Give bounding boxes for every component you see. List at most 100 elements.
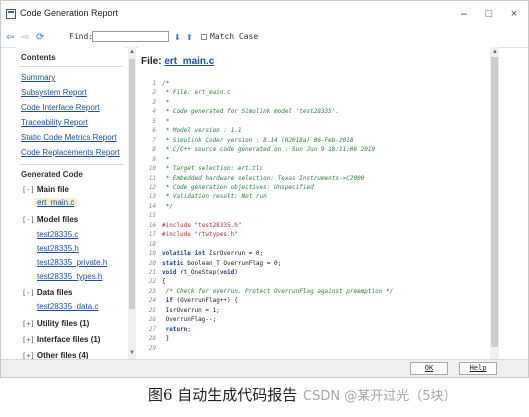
maximize-button[interactable]: □ <box>482 7 496 21</box>
data-files-label: Data files <box>36 288 73 297</box>
ok-button[interactable]: OK <box>410 362 448 375</box>
code-line: 8 * C/C++ source code generated on : Sun… <box>142 145 375 154</box>
code-token: #include "rtwtypes.h" <box>162 231 238 239</box>
scroll-up-arrow-icon[interactable]: ▲ <box>129 49 135 55</box>
code-line: 21 void rt_OneStep(void) <box>142 268 238 277</box>
minimize-button[interactable]: – <box>457 7 471 21</box>
code-line: 11 * Embedded hardware selection: Texas … <box>142 174 365 183</box>
generated-code-divider <box>19 164 123 165</box>
line-number: 23 <box>148 287 156 295</box>
code-line: 16 #include "test28335.h" <box>142 221 242 230</box>
report-window: Code Generation Report – □ × ⇦ ⇨ ⟳ Find:… <box>0 0 529 378</box>
code-token: return <box>165 325 188 333</box>
line-number: 26 <box>148 316 156 324</box>
traceability-report-link[interactable]: Traceability Report <box>21 118 88 127</box>
line-number: 8 <box>152 146 156 154</box>
expand-toggle[interactable]: [+] <box>22 320 35 328</box>
code-token: IsrOverrun = 0; <box>205 250 264 258</box>
code-token: * Target selection: ert.tlc <box>162 165 264 173</box>
line-number: 2 <box>152 89 156 97</box>
navigation-scroll-thumb[interactable] <box>129 59 135 309</box>
figure-caption: 图6 自动生成代码报告 <box>148 386 298 404</box>
help-button-label: Help <box>469 364 487 372</box>
navigation-scrollbar[interactable]: ▲ ▼ <box>128 47 136 359</box>
line-number: 25 <box>148 306 156 314</box>
file-link-test28335-c[interactable]: test28335.c <box>37 230 78 239</box>
expand-toggle[interactable]: [+] <box>22 336 35 344</box>
interface-files-group[interactable]: [+] Interface files (1) <box>22 335 100 344</box>
summary-link[interactable]: Summary <box>21 73 55 82</box>
file-link-test28335-data-c[interactable]: test28335_data.c <box>37 302 98 311</box>
code-line: 9 * <box>142 155 169 164</box>
code-token: void <box>219 269 235 276</box>
code-line: 17 #include "rtwtypes.h" <box>142 230 238 239</box>
static-code-metrics-report-link[interactable]: Static Code Metrics Report <box>21 133 117 142</box>
line-number: 19 <box>148 250 156 258</box>
main-file-label: Main file <box>36 185 69 194</box>
code-line: 18 <box>142 240 162 249</box>
refresh-icon[interactable]: ⟳ <box>36 32 44 44</box>
forward-arrow-icon[interactable]: ⇨ <box>21 32 29 44</box>
file-link-test28335-h[interactable]: test28335.h <box>37 244 79 253</box>
line-number: 13 <box>148 193 156 201</box>
code-token: * <box>162 117 170 125</box>
find-up-icon[interactable]: ⬆ <box>186 32 193 44</box>
line-number: 12 <box>148 183 156 191</box>
data-files-group[interactable]: [-] Data files <box>22 288 72 297</box>
collapse-toggle[interactable]: [-] <box>22 289 35 297</box>
file-link-ert-main-c[interactable]: ert_main.c <box>34 198 78 207</box>
line-number: 18 <box>148 240 156 248</box>
collapse-toggle[interactable]: [-] <box>22 216 35 224</box>
code-line: 7 * Simulink Coder version : 8.14 (R2018… <box>142 136 353 145</box>
line-number: 17 <box>148 231 156 239</box>
main-file-group[interactable]: [-] Main file <box>22 185 69 194</box>
find-label: Find: <box>69 32 94 41</box>
find-down-icon[interactable]: ⬇ <box>174 32 181 44</box>
find-input[interactable] <box>92 31 169 42</box>
scroll-down-arrow-icon[interactable]: ▼ <box>129 350 135 356</box>
other-files-group[interactable]: [+] Other files (4) <box>22 351 88 359</box>
code-line: 12 * Code generation objectives: Unspeci… <box>142 183 314 192</box>
match-case-label: Match Case <box>210 32 259 41</box>
code-line: 14 */ <box>142 202 173 211</box>
code-line: 6 * Model version : 1.1 <box>142 126 241 135</box>
line-number: 11 <box>148 174 156 182</box>
code-token: if <box>165 297 173 305</box>
line-number: 6 <box>152 127 156 135</box>
code-token: * Embedded hardware selection: Texas Ins… <box>162 174 365 182</box>
file-title-link[interactable]: ert_main.c <box>164 56 214 67</box>
scroll-up-arrow-icon[interactable]: ▲ <box>492 49 498 55</box>
code-line: 20 static boolean_T OverrunFlag = 0; <box>142 259 281 268</box>
code-replacements-report-link[interactable]: Code Replacements Report <box>21 148 120 157</box>
line-number: 10 <box>148 165 156 173</box>
help-button[interactable]: Help <box>459 362 497 375</box>
code-scrollbar[interactable]: ▲ <box>490 47 499 359</box>
code-token: * Code generated for Simulink model 'tes… <box>162 108 340 116</box>
collapse-toggle[interactable]: [-] <box>22 186 35 194</box>
subsystem-report-link[interactable]: Subsystem Report <box>21 88 87 97</box>
file-link-test28335-private-h[interactable]: test28335_private.h <box>37 258 107 267</box>
toolbar: ⇦ ⇨ ⟳ Find: ⬇ ⬆ Match Case <box>1 29 528 48</box>
code-line: 5 * <box>142 117 169 126</box>
expand-toggle[interactable]: [+] <box>22 352 35 359</box>
code-token: /* Check for overrun. Protect OverrunFla… <box>162 287 394 295</box>
close-button[interactable]: × <box>507 7 521 21</box>
code-token: * <box>162 155 170 163</box>
code-line: 28 } <box>142 334 169 343</box>
match-case-checkbox[interactable] <box>201 34 207 40</box>
code-line: 22 { <box>142 277 166 286</box>
utility-files-group[interactable]: [+] Utility files (1) <box>22 319 89 328</box>
contents-heading: Contents <box>21 53 56 62</box>
line-number: 4 <box>152 108 156 116</box>
navigation-pane: Contents Summary Subsystem Report Code I… <box>16 47 125 359</box>
line-number: 9 <box>152 155 156 163</box>
file-link-test28335-types-h[interactable]: test28335_types.h <box>37 272 102 281</box>
line-number: 29 <box>148 344 156 352</box>
back-arrow-icon[interactable]: ⇦ <box>6 32 14 44</box>
generated-code-heading: Generated Code <box>21 170 83 179</box>
model-files-group[interactable]: [-] Model files <box>22 215 78 224</box>
line-number: 21 <box>148 269 156 276</box>
ok-button-label: OK <box>424 364 434 372</box>
code-scroll-thumb[interactable] <box>491 57 498 347</box>
code-interface-report-link[interactable]: Code Interface Report <box>21 103 100 112</box>
